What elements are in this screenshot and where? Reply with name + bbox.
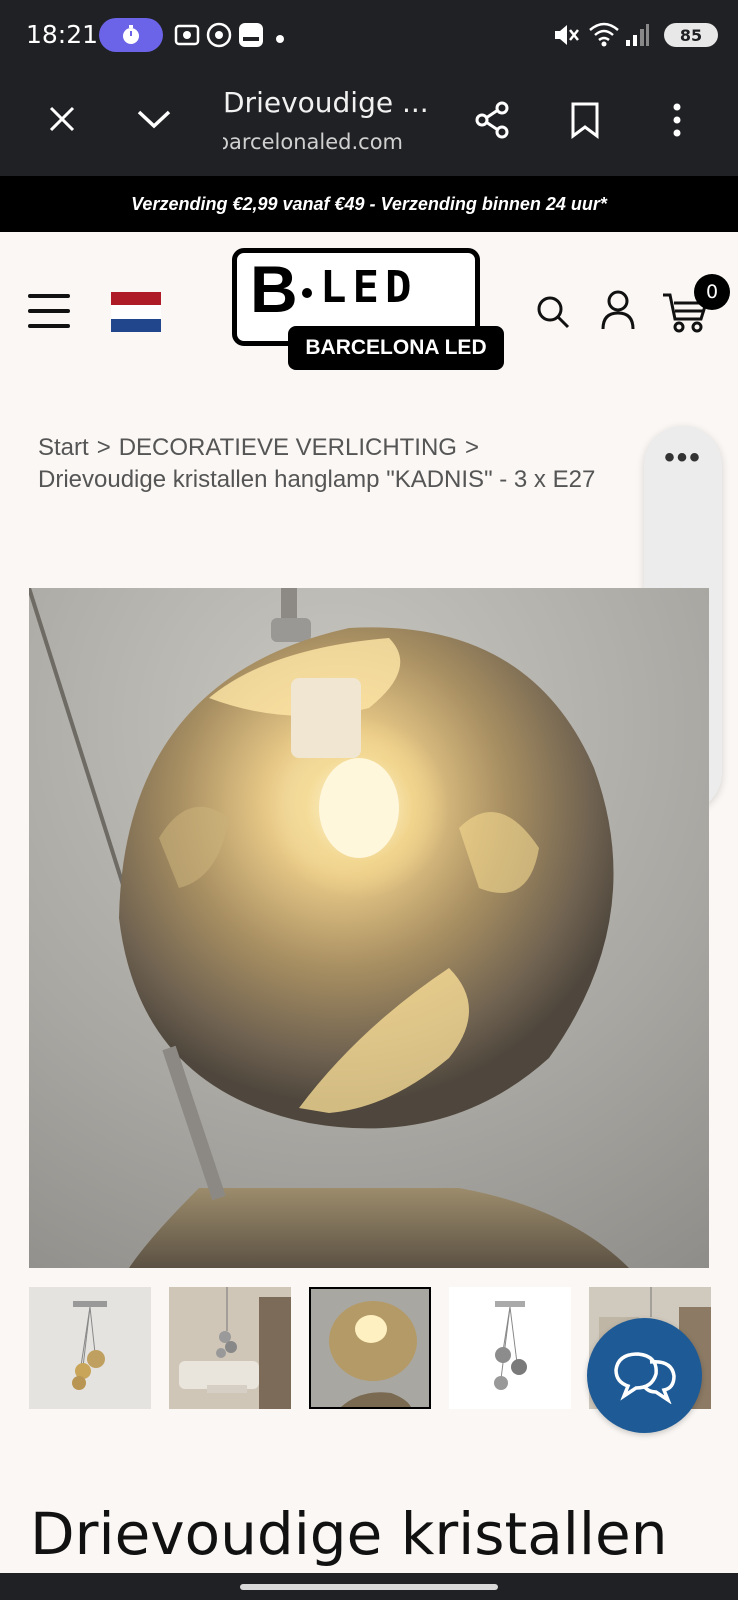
more-vert-icon[interactable] xyxy=(652,95,702,145)
thumbnail-1[interactable] xyxy=(29,1287,151,1409)
breadcrumb-start[interactable]: Start xyxy=(38,434,89,461)
shipping-promo-bar: Verzending €2,99 vanaf €49 - Verzending … xyxy=(0,176,738,232)
browser-toolbar: Drievoudige ... barcelonaled.com xyxy=(0,70,738,176)
live-chat-button[interactable] xyxy=(587,1318,702,1433)
status-time: 18:21 xyxy=(26,20,99,49)
status-bar: 18:21 85 xyxy=(0,0,738,70)
bookmark-icon[interactable] xyxy=(560,95,610,145)
wifi-icon xyxy=(588,22,620,53)
logo-led-text: LED xyxy=(320,262,418,313)
chat-icon xyxy=(613,1351,676,1404)
notification-dot-icon xyxy=(276,30,284,48)
site-header: B LED BARCELONA LED xyxy=(0,232,738,392)
promo-text: Verzending €2,99 vanaf €49 - Verzending … xyxy=(131,193,607,214)
mute-icon xyxy=(552,22,580,53)
breadcrumb-category[interactable]: DECORATIEVE VERLICHTING xyxy=(119,434,457,461)
breadcrumb-current: Drievoudige kristallen hanglamp "KADNIS"… xyxy=(38,466,596,493)
menu-icon[interactable] xyxy=(28,294,70,328)
more-horiz-icon[interactable]: ••• xyxy=(644,443,722,473)
tab-url[interactable]: barcelonaled.com xyxy=(223,130,403,154)
close-icon[interactable] xyxy=(37,94,87,144)
chrome-icon xyxy=(206,22,232,53)
signal-icon xyxy=(624,22,650,53)
lamp-illustration xyxy=(29,588,629,1268)
system-nav-bar xyxy=(0,1573,738,1600)
cart-count-badge[interactable]: 0 xyxy=(694,274,730,310)
product-main-image[interactable] xyxy=(29,588,709,1268)
logo-tagline: BARCELONA LED xyxy=(288,326,504,370)
chevron-down-icon[interactable] xyxy=(129,94,179,144)
battery-indicator: 85 xyxy=(664,23,718,47)
thumbnail-3[interactable] xyxy=(309,1287,431,1409)
thumbnail-2[interactable] xyxy=(169,1287,291,1409)
breadcrumb: Start > DECORATIEVE VERLICHTING > Drievoudi… xyxy=(38,434,596,493)
tab-title[interactable]: Drievoudige ... xyxy=(223,86,429,119)
nl-flag-icon[interactable] xyxy=(111,292,161,332)
product-title: Drievoudige kristallen xyxy=(30,1500,668,1568)
screen-record-icon xyxy=(174,22,200,53)
search-icon[interactable] xyxy=(533,292,573,332)
gallery-icon xyxy=(238,22,264,53)
account-icon[interactable] xyxy=(598,288,638,332)
site-logo[interactable]: B LED BARCELONA LED xyxy=(232,248,504,370)
timer-icon xyxy=(99,18,163,52)
home-gesture-handle[interactable] xyxy=(240,1584,498,1590)
thumbnail-4[interactable] xyxy=(449,1287,571,1409)
share-icon[interactable] xyxy=(467,95,517,145)
